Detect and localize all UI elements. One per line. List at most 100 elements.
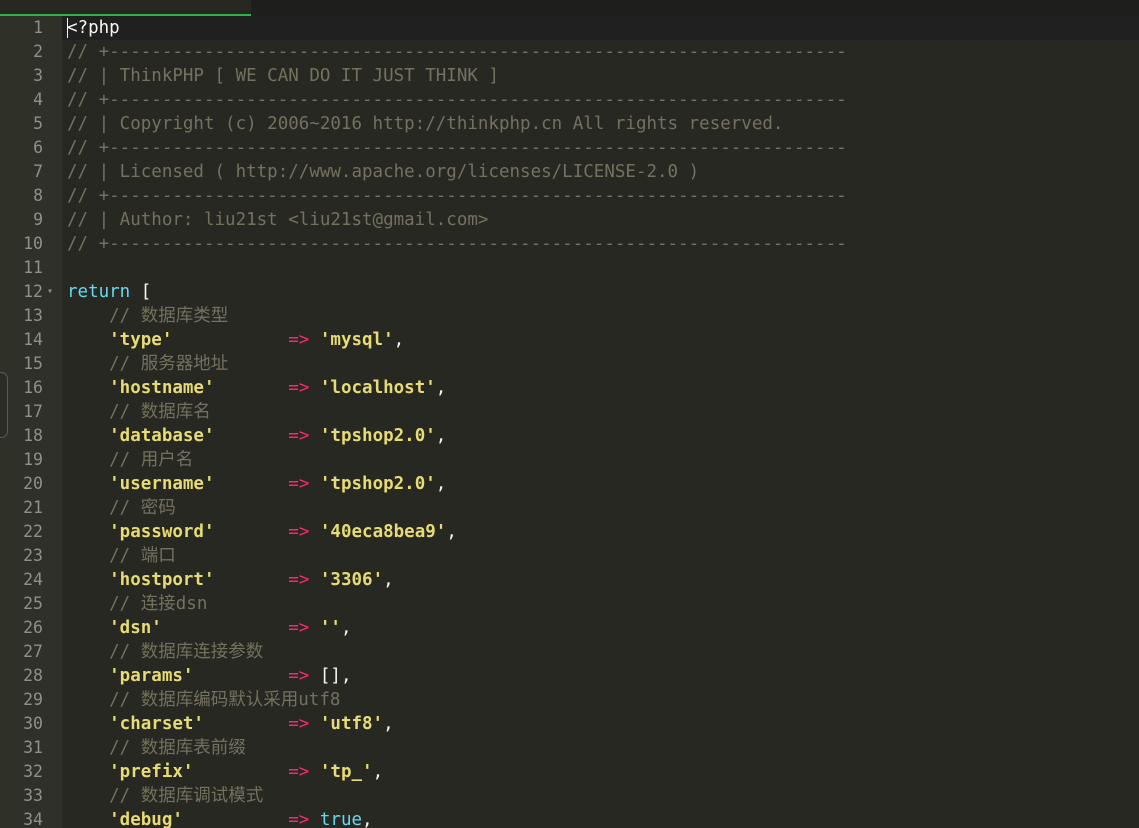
line-content[interactable]: 'database' => 'tpshop2.0', [62, 424, 1139, 448]
code-line[interactable]: 31 // 数据库表前缀 [0, 736, 1139, 760]
code-line[interactable]: 27 // 数据库连接参数 [0, 640, 1139, 664]
code-line[interactable]: 12 ▾ return [ [0, 280, 1139, 304]
code-line[interactable]: 22 'password' => '40eca8bea9', [0, 520, 1139, 544]
line-content[interactable]: // 数据库名 [62, 400, 1139, 424]
code-line[interactable]: 28 'params' => [], [0, 664, 1139, 688]
line-number: 19 [23, 450, 43, 469]
code-line[interactable]: 3 // | ThinkPHP [ WE CAN DO IT JUST THINK… [0, 64, 1139, 88]
line-content[interactable]: // 连接dsn [62, 592, 1139, 616]
line-content[interactable]: 'username' => 'tpshop2.0', [62, 472, 1139, 496]
line-content[interactable]: // 数据库表前缀 [62, 736, 1139, 760]
code-line[interactable]: 29 // 数据库编码默认采用utf8 [0, 688, 1139, 712]
code-line[interactable]: 4 // +-----------------------------------… [0, 88, 1139, 112]
line-content[interactable]: 'charset' => 'utf8', [62, 712, 1139, 736]
line-content[interactable]: // | Copyright (c) 2006~2016 http://thin… [62, 112, 1139, 136]
line-number: 1 [33, 18, 43, 37]
code-line[interactable]: 10 // +----------------------------------… [0, 232, 1139, 256]
line-content[interactable]: 'debug' => true, [62, 808, 1139, 828]
line-content[interactable]: // 数据库调试模式 [62, 784, 1139, 808]
code-editor[interactable]: 1 <?php 2 // +-----------------------------… [0, 0, 1139, 828]
code-text: <?php [67, 18, 120, 38]
line-content[interactable]: 'password' => '40eca8bea9', [62, 520, 1139, 544]
code-line[interactable]: 30 'charset' => 'utf8', [0, 712, 1139, 736]
line-content[interactable]: // +------------------------------------… [62, 184, 1139, 208]
tab-active-file[interactable] [0, 0, 251, 16]
code-line[interactable]: 24 'hostport' => '3306', [0, 568, 1139, 592]
code-comment: // +------------------------------------… [67, 234, 847, 254]
code-line[interactable]: 5 // | Copyright (c) 2006~2016 http://thi… [0, 112, 1139, 136]
line-content[interactable]: 'dsn' => '', [62, 616, 1139, 640]
code-comment: // 数据库名 [67, 402, 211, 422]
line-content[interactable]: // +------------------------------------… [62, 136, 1139, 160]
code-text: [], [309, 666, 352, 686]
line-content[interactable]: // 密码 [62, 496, 1139, 520]
line-content[interactable]: return [ [62, 280, 1139, 304]
line-number: 30 [23, 714, 43, 733]
line-number: 25 [23, 594, 43, 613]
code-line[interactable]: 11 [0, 256, 1139, 280]
line-content[interactable]: // 数据库类型 [62, 304, 1139, 328]
config-value: 'tpshop2.0' [309, 426, 436, 446]
code-line[interactable]: 32 'prefix' => 'tp_', [0, 760, 1139, 784]
config-key: 'password' [67, 522, 215, 542]
line-number: 26 [23, 618, 43, 637]
code-line[interactable]: 21 // 密码 [0, 496, 1139, 520]
line-content[interactable]: // 数据库编码默认采用utf8 [62, 688, 1139, 712]
code-line[interactable]: 2 // +-----------------------------------… [0, 40, 1139, 64]
line-content[interactable]: // | Author: liu21st <liu21st@gmail.com> [62, 208, 1139, 232]
line-content[interactable]: // 用户名 [62, 448, 1139, 472]
line-number: 8 [33, 186, 43, 205]
code-line[interactable]: 25 // 连接dsn [0, 592, 1139, 616]
code-operator: => [288, 522, 310, 542]
line-number: 15 [23, 354, 43, 373]
code-line[interactable]: 17 // 数据库名 [0, 400, 1139, 424]
line-content[interactable]: 'prefix' => 'tp_', [62, 760, 1139, 784]
code-line[interactable]: 15 // 服务器地址 [0, 352, 1139, 376]
code-text: [ [130, 282, 152, 302]
line-content[interactable]: // 端口 [62, 544, 1139, 568]
code-line[interactable]: 7 // | Licensed ( http://www.apache.org/l… [0, 160, 1139, 184]
code-line[interactable]: 9 // | Author: liu21st <liu21st@gmail.com… [0, 208, 1139, 232]
code-line[interactable]: 6 // +-----------------------------------… [0, 136, 1139, 160]
code-line[interactable]: 19 // 用户名 [0, 448, 1139, 472]
line-number: 27 [23, 642, 43, 661]
side-panel-handle[interactable] [0, 372, 8, 438]
line-number: 3 [33, 66, 43, 85]
line-content[interactable]: // | Licensed ( http://www.apache.org/li… [62, 160, 1139, 184]
line-content[interactable]: // +------------------------------------… [62, 232, 1139, 256]
code-comment: // +------------------------------------… [67, 138, 847, 158]
code-comment: // 密码 [67, 498, 176, 518]
code-line[interactable]: 20 'username' => 'tpshop2.0', [0, 472, 1139, 496]
code-line[interactable]: 34 'debug' => true, [0, 808, 1139, 828]
line-number: 5 [33, 114, 43, 133]
line-content[interactable]: // +------------------------------------… [62, 88, 1139, 112]
code-line[interactable]: 14 'type' => 'mysql', [0, 328, 1139, 352]
code-line[interactable]: 13 // 数据库类型 [0, 304, 1139, 328]
line-content[interactable]: // 服务器地址 [62, 352, 1139, 376]
fold-arrow-icon[interactable]: ▾ [47, 280, 53, 304]
line-content[interactable]: 'hostname' => 'localhost', [62, 376, 1139, 400]
line-content[interactable]: <?php [62, 16, 1139, 40]
code-line[interactable]: 26 'dsn' => '', [0, 616, 1139, 640]
code-line[interactable]: 33 // 数据库调试模式 [0, 784, 1139, 808]
code-line[interactable]: 23 // 端口 [0, 544, 1139, 568]
line-content[interactable]: // +------------------------------------… [62, 40, 1139, 64]
line-number: 11 [23, 258, 43, 277]
code-line[interactable]: 16 'hostname' => 'localhost', [0, 376, 1139, 400]
line-content[interactable]: // | ThinkPHP [ WE CAN DO IT JUST THINK … [62, 64, 1139, 88]
config-key: 'hostport' [67, 570, 215, 590]
line-content[interactable]: 'type' => 'mysql', [62, 328, 1139, 352]
line-content[interactable]: // 数据库连接参数 [62, 640, 1139, 664]
line-number: 33 [23, 786, 43, 805]
line-content[interactable]: 'hostport' => '3306', [62, 568, 1139, 592]
code-punctuation: , [383, 570, 394, 590]
line-content[interactable]: 'params' => [], [62, 664, 1139, 688]
line-number: 20 [23, 474, 43, 493]
code-line[interactable]: 18 'database' => 'tpshop2.0', [0, 424, 1139, 448]
code-line[interactable]: 8 // +-----------------------------------… [0, 184, 1139, 208]
code-area[interactable]: 1 <?php 2 // +-----------------------------… [0, 16, 1139, 828]
line-number: 24 [23, 570, 43, 589]
code-line[interactable]: 1 <?php [0, 16, 1139, 40]
